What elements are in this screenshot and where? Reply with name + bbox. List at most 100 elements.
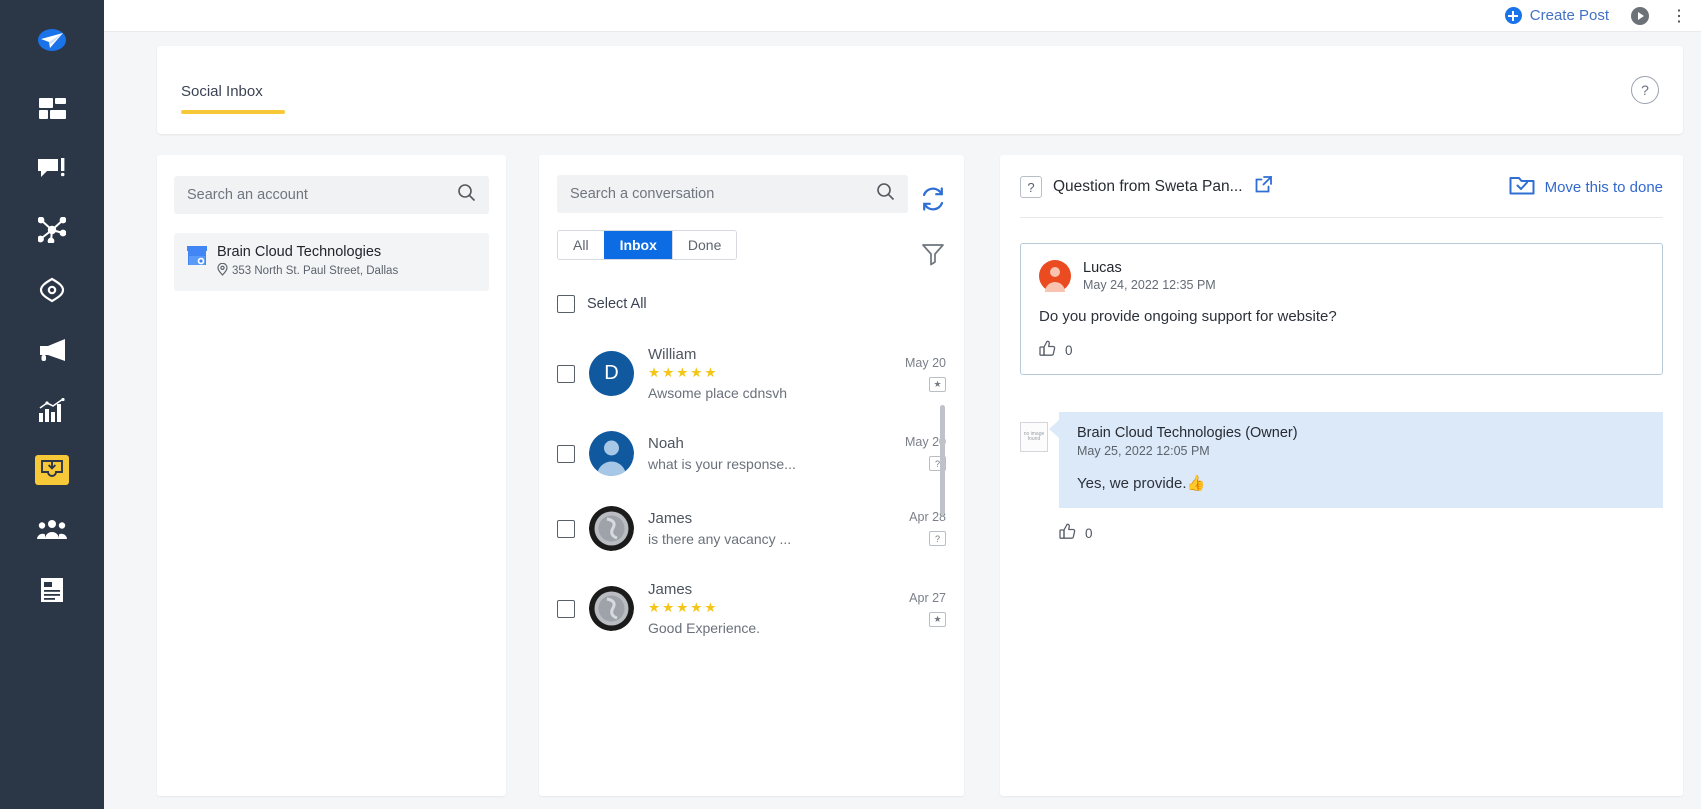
sidebar-item-campaigns[interactable] [24,320,80,380]
conversation-list-item[interactable]: James ★★★★★ Good Experience. Apr 27 ★ [539,566,964,651]
conversation-body: William ★★★★★ Awsome place cdnsvh [648,346,876,401]
conversation-snippet: is there any vacancy ... [648,531,792,547]
filter-icon[interactable] [921,242,945,266]
tab-active-underline [181,109,285,114]
conversations-header-left: All Inbox Done [557,175,908,260]
move-to-done-label: Move this to done [1544,178,1663,196]
conversation-meta: May 20 ? [890,435,946,472]
conversation-body: James is there any vacancy ... [648,510,876,547]
sidebar-item-customers[interactable] [24,500,80,560]
conversation-checkbox[interactable] [557,444,575,463]
dashboard-icon [38,98,66,122]
conversation-checkbox[interactable] [557,519,575,538]
refresh-icon[interactable] [920,186,946,212]
content-row: Brain Cloud Technologies 353 North St. P… [157,155,1683,796]
users-group-icon [37,519,67,541]
comment-edit-icon [38,158,66,182]
select-all-row[interactable]: Select All [539,295,964,313]
reply-author: Brain Cloud Technologies (Owner) [1077,425,1298,441]
tab-social-inbox[interactable]: Social Inbox [181,67,285,114]
sidebar-item-dashboard[interactable] [24,80,80,140]
sidebar-item-reports[interactable] [24,560,80,620]
conversation-author: William [648,346,697,363]
avatar: D [589,351,634,396]
conversation-meta: Apr 27 ★ [890,591,946,627]
sidebar-item-social-inbox[interactable] [24,440,80,500]
paper-plane-logo-icon[interactable] [30,18,74,62]
message-timestamp: May 24, 2022 12:35 PM [1083,278,1216,292]
conversation-snippet: Good Experience. [648,620,761,636]
folder-check-icon [1509,174,1535,200]
detail-title-group: ? Question from Sweta Pan... [1020,175,1273,199]
account-search-box[interactable] [174,176,489,214]
conversation-list-item[interactable]: Noah what is your response... May 20 ? [539,416,964,491]
select-all-checkbox[interactable] [557,295,575,313]
thumbs-up-icon[interactable] [1039,340,1056,360]
sidebar-item-reviews[interactable] [24,140,80,200]
create-post-label: Create Post [1529,7,1609,24]
conversation-list-item[interactable]: D William ★★★★★ Awsome place cdnsvh May … [539,331,964,416]
document-list-icon [39,577,65,603]
sidebar-item-social[interactable] [24,200,80,260]
thumbs-up-icon[interactable] [1059,523,1076,543]
overflow-icon[interactable]: ⋮ [1671,6,1687,26]
conversation-list: D William ★★★★★ Awsome place cdnsvh May … [539,331,964,651]
reply-like-row[interactable]: 0 [1059,523,1663,543]
message-like-count: 0 [1065,342,1073,358]
network-share-icon [38,217,66,243]
inbox-filter-segmented: All Inbox Done [557,230,738,260]
review-badge-icon: ★ [929,611,946,627]
conversations-header-actions [920,175,946,266]
conversation-author: James [648,581,693,598]
page-title: Social Inbox [181,82,263,100]
search-icon[interactable] [457,183,476,207]
conversation-detail-panel: ? Question from Sweta Pan... Move this t… [1000,155,1683,796]
conversation-meta: Apr 28 ? [890,510,946,547]
sidebar-nav [0,0,104,809]
search-account-input[interactable] [187,187,457,203]
conversation-checkbox[interactable] [557,599,575,618]
search-conversation-input[interactable] [570,186,876,202]
external-link-icon[interactable] [1254,175,1273,199]
create-post-button[interactable]: Create Post [1504,7,1609,24]
sidebar-item-local-seo[interactable] [24,260,80,320]
help-icon[interactable]: ? [1631,76,1659,104]
top-bar: Create Post ⋮ [104,0,1701,32]
account-address: 353 North St. Paul Street, Dallas [232,265,399,278]
map-pin-icon [217,262,228,279]
play-circle-icon[interactable] [1631,6,1649,25]
inbox-download-icon [35,455,69,485]
conversation-list-item[interactable]: James is there any vacancy ... Apr 28 ? [539,491,964,566]
account-list-item[interactable]: Brain Cloud Technologies 353 North St. P… [174,233,489,292]
message-text: Do you provide ongoing support for websi… [1039,308,1337,325]
filter-tab-done[interactable]: Done [671,231,737,259]
plus-circle-icon [1504,7,1522,24]
conversation-checkbox[interactable] [557,364,575,383]
conversation-date: May 20 [905,355,946,370]
sidebar-item-analytics[interactable] [24,380,80,440]
question-badge-icon: ? [1020,176,1042,198]
avatar [589,586,634,631]
message-author: Lucas [1083,260,1122,276]
app-root: Create Post ⋮ Social Inbox ? Search an a… [0,0,1701,809]
conversation-body: Noah what is your response... [648,435,876,472]
compass-icon [39,277,65,303]
accounts-panel: Brain Cloud Technologies 353 North St. P… [157,155,506,796]
select-all-label: Select All [587,296,647,312]
conversation-date: May 20 [905,435,946,450]
account-name: Brain Cloud Technologies [217,244,382,260]
owner-reply-bubble: Brain Cloud Technologies (Owner) May 25,… [1049,412,1663,508]
megaphone-icon [37,338,67,362]
conversation-snippet: Awsome place cdnsvh [648,385,788,401]
message-like-row[interactable]: 0 [1039,340,1644,360]
detail-header: ? Question from Sweta Pan... Move this t… [1020,174,1663,218]
filter-tab-all[interactable]: All [558,231,604,259]
conversation-search-box[interactable] [557,175,908,213]
conversation-list-scrollbar[interactable] [940,405,945,515]
page-title-card: Social Inbox ? [157,46,1683,134]
filter-tab-inbox[interactable]: Inbox [603,231,672,259]
move-to-done-button[interactable]: Move this to done [1509,174,1663,200]
search-icon[interactable] [876,182,895,206]
bar-chart-icon [38,397,66,423]
review-badge-icon: ★ [929,376,946,392]
